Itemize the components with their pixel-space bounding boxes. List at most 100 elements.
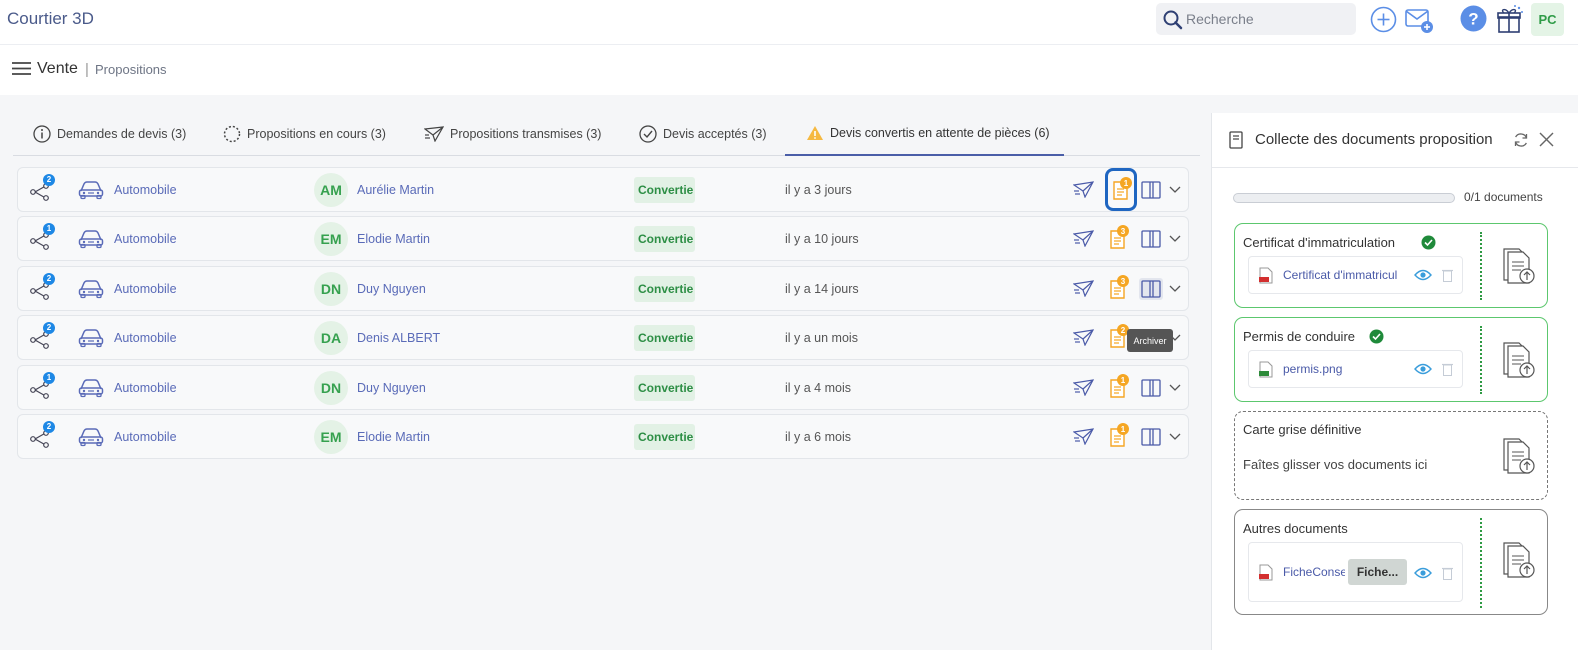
client-name[interactable]: Elodie Martin [357, 415, 430, 458]
table-row[interactable]: 2 Automobile AM Aurélie Martin Convertie… [17, 167, 1189, 212]
send-icon[interactable] [1073, 168, 1094, 211]
card-title: Permis de conduire [1243, 329, 1355, 344]
file-name[interactable]: FicheConse [1283, 565, 1345, 579]
table-row[interactable]: 1 Automobile EM Elodie Martin Convertie … [17, 216, 1189, 261]
gift-icon[interactable] [1495, 4, 1525, 34]
client-name[interactable]: Elodie Martin [357, 217, 430, 260]
category-label[interactable]: Automobile [114, 366, 177, 409]
documents-button[interactable]: 1 [1108, 366, 1134, 409]
date-label: il y a un mois [785, 330, 858, 345]
client-avatar: DN [314, 370, 348, 405]
upload-document-icon[interactable] [1499, 436, 1537, 476]
send-icon[interactable] [1073, 316, 1094, 359]
tab-demandes-de-devis[interactable]: Demandes de devis (3) [33, 112, 186, 156]
relation-icon[interactable]: 1 [30, 217, 56, 260]
mail-add-icon[interactable] [1404, 6, 1434, 34]
eye-icon[interactable] [1414, 363, 1432, 375]
table-row[interactable]: 1 Automobile DN Duy Nguyen Convertie il … [17, 365, 1189, 410]
archive-button[interactable] [1139, 267, 1163, 310]
date-label: il y a 6 mois [785, 429, 851, 444]
tab-propositions-transmises[interactable]: Propositions transmises (3) [424, 112, 601, 156]
documents-button[interactable]: 1 [1105, 168, 1137, 211]
client-name[interactable]: Duy Nguyen [357, 366, 426, 409]
documents-count-badge: 3 [1117, 225, 1129, 237]
archive-button[interactable] [1139, 415, 1163, 458]
breadcrumb-main[interactable]: Vente [37, 60, 78, 78]
trash-icon[interactable] [1442, 566, 1453, 580]
table-row[interactable]: 2 Automobile DA Denis ALBERT Convertie i… [17, 315, 1189, 360]
archive-button[interactable] [1139, 366, 1163, 409]
category-label[interactable]: Automobile [114, 316, 177, 359]
documents-button[interactable]: 1 [1108, 415, 1134, 458]
status-badge: Convertie [634, 176, 695, 203]
table-row[interactable]: 2 Automobile EM Elodie Martin Convertie … [17, 414, 1189, 459]
car-icon [78, 316, 104, 359]
date-label: il y a 4 mois [785, 380, 851, 395]
help-icon[interactable]: ? [1460, 5, 1487, 32]
menu-icon[interactable] [12, 61, 31, 76]
category-label[interactable]: Automobile [114, 217, 177, 260]
date-label: il y a 14 jours [785, 281, 859, 296]
doc-card-certificat[interactable]: Certificat d'immatriculation Certificat … [1234, 223, 1548, 308]
file-item[interactable]: Certificat d'immatricul [1248, 256, 1463, 294]
archive-button[interactable] [1139, 168, 1163, 211]
upload-document-icon[interactable] [1499, 540, 1537, 580]
trash-icon[interactable] [1442, 268, 1453, 282]
file-item[interactable]: FicheConse Fiche... [1248, 542, 1463, 602]
eye-icon[interactable] [1414, 269, 1432, 281]
relation-icon[interactable]: 2 [30, 267, 56, 310]
documents-button[interactable]: 3 [1108, 267, 1134, 310]
user-avatar[interactable]: PC [1531, 3, 1564, 36]
archive-button[interactable] [1139, 217, 1163, 260]
client-name[interactable]: Aurélie Martin [357, 168, 434, 211]
send-icon[interactable] [1073, 267, 1094, 310]
pdf-file-icon [1259, 564, 1273, 581]
client-name[interactable]: Denis ALBERT [357, 316, 440, 359]
close-icon[interactable] [1539, 132, 1554, 147]
chevron-down-icon[interactable] [1169, 168, 1181, 211]
relation-icon[interactable]: 2 [30, 415, 56, 458]
info-icon [33, 125, 51, 143]
client-name[interactable]: Duy Nguyen [357, 267, 426, 310]
upload-document-icon[interactable] [1499, 246, 1537, 286]
tab-devis-acceptes[interactable]: Devis acceptés (3) [639, 112, 767, 156]
category-label[interactable]: Automobile [114, 168, 177, 211]
chevron-down-icon[interactable] [1169, 217, 1181, 260]
chevron-down-icon[interactable] [1169, 366, 1181, 409]
category-label[interactable]: Automobile [114, 415, 177, 458]
tab-devis-convertis[interactable]: Devis convertis en attente de pièces (6) [785, 112, 1064, 156]
category-label[interactable]: Automobile [114, 267, 177, 310]
trash-icon[interactable] [1442, 362, 1453, 376]
add-circle-icon[interactable] [1370, 6, 1397, 33]
search-input[interactable] [1186, 7, 1346, 31]
relation-icon[interactable]: 1 [30, 366, 56, 409]
relation-icon[interactable]: 2 [30, 316, 56, 359]
doc-card-permis[interactable]: Permis de conduire permis.png [1234, 317, 1548, 402]
refresh-icon[interactable] [1513, 132, 1529, 148]
tab-propositions-en-cours[interactable]: Propositions en cours (3) [223, 112, 386, 156]
relation-icon[interactable]: 2 [30, 168, 56, 211]
status-badge: Convertie [634, 324, 695, 351]
doc-card-carte-grise[interactable]: Carte grise définitive Faîtes glisser vo… [1234, 411, 1548, 500]
documents-button[interactable]: 3 [1108, 217, 1134, 260]
file-name[interactable]: permis.png [1283, 362, 1411, 376]
archive-icon [1141, 279, 1161, 298]
upload-document-icon[interactable] [1499, 340, 1537, 380]
breadcrumb-current: Propositions [95, 62, 167, 77]
send-icon[interactable] [1073, 217, 1094, 260]
eye-icon[interactable] [1414, 567, 1432, 579]
search-box[interactable] [1156, 3, 1356, 35]
doc-card-autres[interactable]: Autres documents FicheConse Fiche... [1234, 509, 1548, 615]
date-label: il y a 3 jours [785, 182, 852, 197]
send-icon[interactable] [1073, 366, 1094, 409]
file-name[interactable]: Certificat d'immatricul [1283, 268, 1411, 282]
card-title: Carte grise définitive [1243, 422, 1362, 437]
send-icon[interactable] [1073, 415, 1094, 458]
chevron-down-icon[interactable] [1169, 415, 1181, 458]
chevron-down-icon[interactable] [1169, 267, 1181, 310]
file-item[interactable]: permis.png [1248, 350, 1463, 388]
tab-label: Propositions en cours (3) [247, 127, 386, 141]
tab-label: Devis convertis en attente de pièces (6) [830, 126, 1050, 140]
app-title[interactable]: Courtier 3D [7, 9, 94, 29]
table-row[interactable]: 2 Automobile DN Duy Nguyen Convertie il … [17, 266, 1189, 311]
